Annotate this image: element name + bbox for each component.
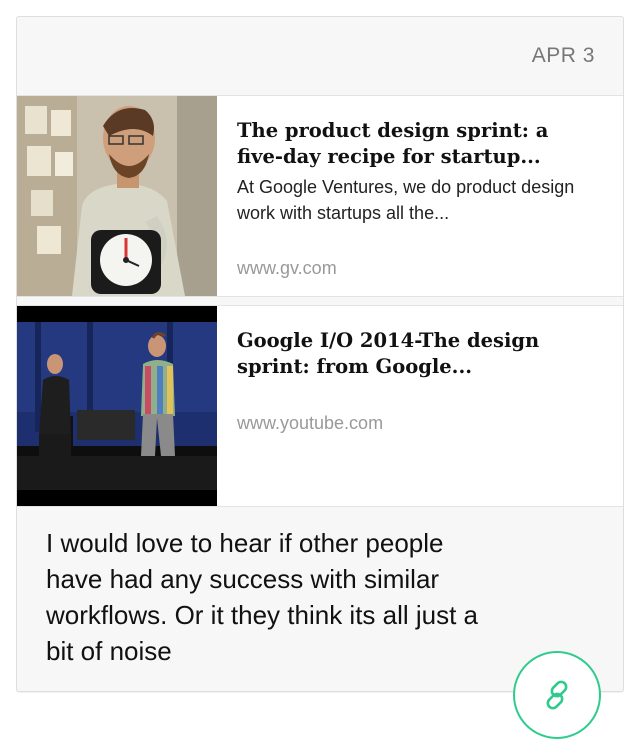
link-preview-card[interactable]: The product design sprint: a five-day re… bbox=[17, 95, 623, 297]
link-preview-card[interactable]: Google I/O 2014-The design sprint: from … bbox=[17, 305, 623, 507]
post-comment: I would love to hear if other people hav… bbox=[46, 528, 479, 666]
video-thumbnail bbox=[17, 306, 217, 506]
link-description: At Google Ventures, we do product design… bbox=[237, 177, 575, 223]
link-title[interactable]: The product design sprint: a five-day re… bbox=[237, 118, 601, 170]
link-thumbnail bbox=[17, 96, 217, 296]
link-domain: www.gv.com bbox=[237, 258, 337, 278]
post-date: APR 3 bbox=[531, 44, 595, 67]
copy-link-button[interactable] bbox=[513, 651, 601, 739]
chain-link-icon bbox=[546, 680, 568, 710]
post-card: APR 3 The product design sprint: a five-… bbox=[16, 16, 624, 692]
link-title[interactable]: Google I/O 2014-The design sprint: from … bbox=[237, 328, 601, 380]
link-domain: www.youtube.com bbox=[237, 413, 384, 433]
